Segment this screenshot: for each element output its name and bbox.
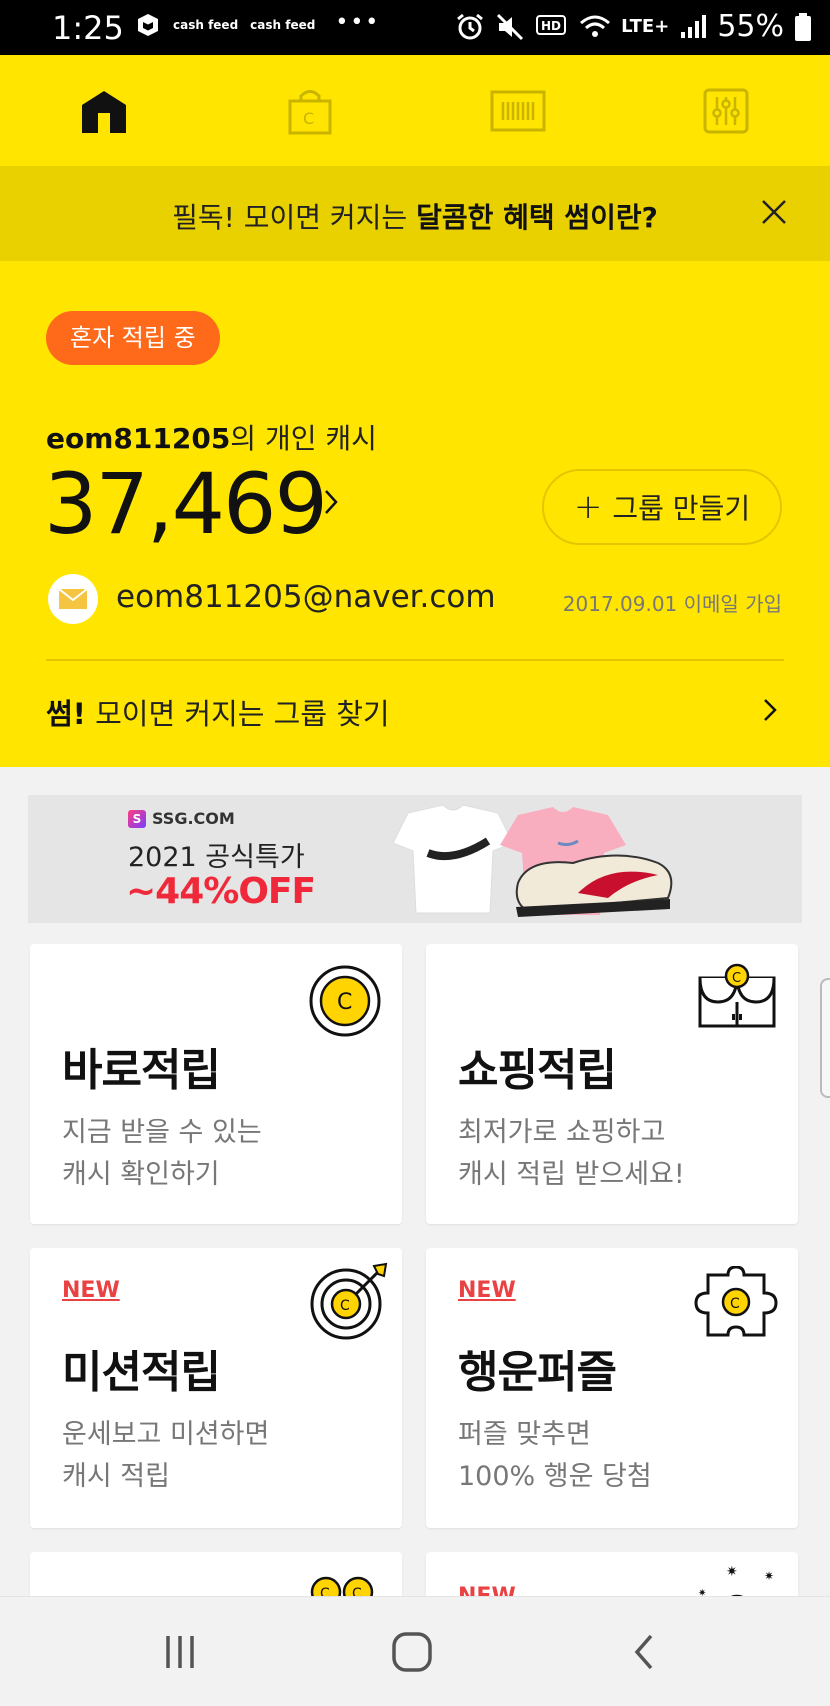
create-group-button[interactable]: + 그룹 만들기 xyxy=(542,469,782,545)
banner-text: 필독! 모이면 커지는 달콤한 혜택 썸이란? xyxy=(172,201,658,234)
back-button[interactable] xyxy=(614,1627,674,1677)
card-instant-cash[interactable]: C 바로적립 지금 받을 수 있는 캐시 확인하기 xyxy=(30,944,402,1224)
more-notifications-icon: ••• xyxy=(335,9,381,35)
svg-text:C: C xyxy=(730,1296,740,1312)
status-bar: 1:25 cash feed cash feed ••• HD LTE+ 55% xyxy=(0,0,830,55)
hd-voice-icon: HD xyxy=(536,14,567,35)
store-coin-icon: C xyxy=(698,963,776,1028)
svg-text:✷: ✷ xyxy=(726,1564,738,1580)
ad-discount: ~44%OFF xyxy=(126,871,316,912)
edge-panel-handle[interactable] xyxy=(820,978,830,1098)
battery-icon xyxy=(795,12,811,41)
cashfeed-icon-1: cash feed xyxy=(173,17,239,32)
nav-shopping[interactable]: C xyxy=(280,83,340,139)
alarm-icon xyxy=(457,13,484,39)
card-title: 쇼핑적립 xyxy=(458,1045,617,1096)
signal-icon xyxy=(681,14,707,38)
chevron-right-icon[interactable] xyxy=(322,485,342,519)
wifi-icon xyxy=(580,15,611,37)
nav-barcode[interactable] xyxy=(488,83,548,139)
back-icon xyxy=(634,1634,653,1670)
svg-text:✷: ✷ xyxy=(764,1569,774,1583)
ssg-logo-icon: S xyxy=(128,809,146,828)
header-area: C 필독! 모이면 커지는 달콤한 혜택 썸이란? 혼자 적립 중 eom811… xyxy=(0,55,830,767)
chevron-right-icon[interactable] xyxy=(762,695,780,725)
nav-home[interactable] xyxy=(74,83,134,139)
svg-text:C: C xyxy=(732,971,741,986)
cashfeed-icon-2: cash feed xyxy=(250,17,316,32)
card-desc: 운세보고 미션하면 캐시 적립 xyxy=(62,1419,270,1492)
product-image xyxy=(392,804,673,917)
create-group-label: 그룹 만들기 xyxy=(612,492,751,525)
card-shopping-cash[interactable]: C 쇼핑적립 최저가로 쇼핑하고 캐시 적립 받으세요! xyxy=(426,944,798,1224)
nav-settings[interactable] xyxy=(696,83,756,139)
puzzle-icon: C xyxy=(694,1266,778,1337)
coin-icon: C xyxy=(309,965,381,1037)
home-circle-icon xyxy=(392,1632,432,1672)
mute-icon xyxy=(497,13,524,40)
home-icon xyxy=(82,91,126,133)
card-desc: 퍼즐 맞추면 100% 행운 당첨 xyxy=(458,1419,652,1492)
card-title: 바로적립 xyxy=(62,1045,221,1096)
ad-brand: S SSG.COM xyxy=(128,809,235,828)
cash-label: eom811205의 개인 캐시 xyxy=(46,422,377,455)
battery-percent: 55% xyxy=(717,9,784,44)
svg-text:C: C xyxy=(303,109,314,128)
target-icon: C xyxy=(310,1262,388,1340)
ad-banner[interactable]: S SSG.COM 2021 공식특가 ~44%OFF xyxy=(28,795,802,923)
shopping-bag-icon: C xyxy=(288,90,332,135)
new-badge: NEW xyxy=(62,1278,120,1303)
barcode-icon xyxy=(490,90,546,132)
mail-icon xyxy=(48,574,98,624)
card-title: 미션적립 xyxy=(62,1347,221,1398)
notification-icons: cash feed cash feed ••• xyxy=(135,9,381,38)
settings-sliders-icon xyxy=(703,88,749,134)
svg-text:C: C xyxy=(337,990,352,1015)
system-status-icons: HD LTE+ 55% xyxy=(455,9,812,44)
svg-text:C: C xyxy=(340,1298,350,1314)
notice-banner[interactable]: 필독! 모이면 커지는 달콤한 혜택 썸이란? xyxy=(0,166,830,261)
card-desc: 최저가로 쇼핑하고 캐시 적립 받으세요! xyxy=(458,1117,685,1190)
svg-text:HD: HD xyxy=(541,19,561,33)
ad-title: 2021 공식특가 xyxy=(128,842,305,873)
top-nav: C xyxy=(0,55,830,165)
plus-icon: + xyxy=(573,487,603,527)
network-type: LTE+ xyxy=(621,16,670,37)
join-date: 2017.09.01 이메일 가입 xyxy=(562,592,782,616)
box-icon xyxy=(138,14,158,36)
divider xyxy=(46,659,784,661)
new-badge: NEW xyxy=(458,1278,516,1303)
card-title: 행운퍼즐 xyxy=(458,1347,617,1398)
account-email: eom811205@naver.com xyxy=(116,579,496,615)
status-badge: 혼자 적립 중 xyxy=(46,311,220,365)
status-time: 1:25 xyxy=(52,9,124,47)
cash-amount[interactable]: 37,469 xyxy=(44,455,328,553)
card-lucky-puzzle[interactable]: NEW C 행운퍼즐 퍼즐 맞추면 100% 행운 당첨 xyxy=(426,1248,798,1528)
find-group-link[interactable]: 썸! 모이면 커지는 그룹 찾기 xyxy=(46,691,390,733)
system-nav-bar xyxy=(0,1596,830,1706)
card-mission-cash[interactable]: NEW C 미션적립 운세보고 미션하면 캐시 적립 xyxy=(30,1248,402,1528)
close-icon[interactable] xyxy=(758,196,790,228)
recent-apps-button[interactable] xyxy=(150,1627,210,1677)
card-desc: 지금 받을 수 있는 캐시 확인하기 xyxy=(62,1117,262,1190)
home-button[interactable] xyxy=(382,1627,442,1677)
recent-apps-icon xyxy=(166,1636,194,1668)
